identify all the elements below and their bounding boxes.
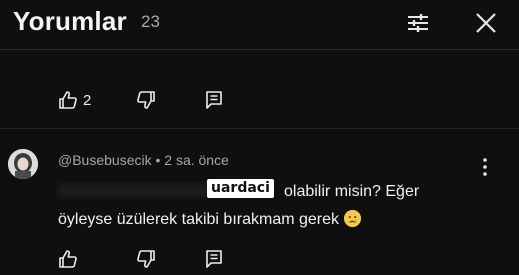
reply-comment-icon[interactable] [204,249,224,269]
comment-separator [0,128,519,129]
comments-header: Yorumlar 23 [0,0,519,50]
like-count: 2 [83,92,92,109]
thumb-down-icon[interactable] [136,90,156,110]
username-overlay: uardaci [207,179,274,198]
comment-author[interactable]: @Busebusecik [58,152,152,168]
thumb-up-icon[interactable] [58,90,78,110]
comment-line-2: öyleyse üzülerek takibi bırakmam gerek [58,206,478,234]
comment-count: 23 [141,12,160,31]
crying-face-icon [344,210,362,227]
close-icon[interactable] [473,10,499,36]
reply-comment-icon[interactable] [204,90,224,110]
comment-line-1-text: olabilir misin? Eğer [284,183,420,200]
thumb-down-icon[interactable] [136,249,156,269]
avatar[interactable] [8,149,38,179]
filter-icon[interactable] [405,10,431,36]
thumb-up-icon[interactable] [58,249,78,269]
comment-actions-previous: 2 [0,89,519,113]
more-vertical-icon[interactable] [476,156,494,178]
header-divider [0,49,519,50]
comment-line-2-text: öyleyse üzülerek takibi bırakmam gerek [58,211,340,228]
comment-meta: @Busebusecik • 2 sa. önce [58,152,229,168]
meta-dot: • [155,152,165,168]
page-title: Yorumlar [13,6,127,36]
comment-actions [0,248,519,272]
comment-time: 2 sa. önce [164,152,229,168]
blurred-text [58,184,208,198]
